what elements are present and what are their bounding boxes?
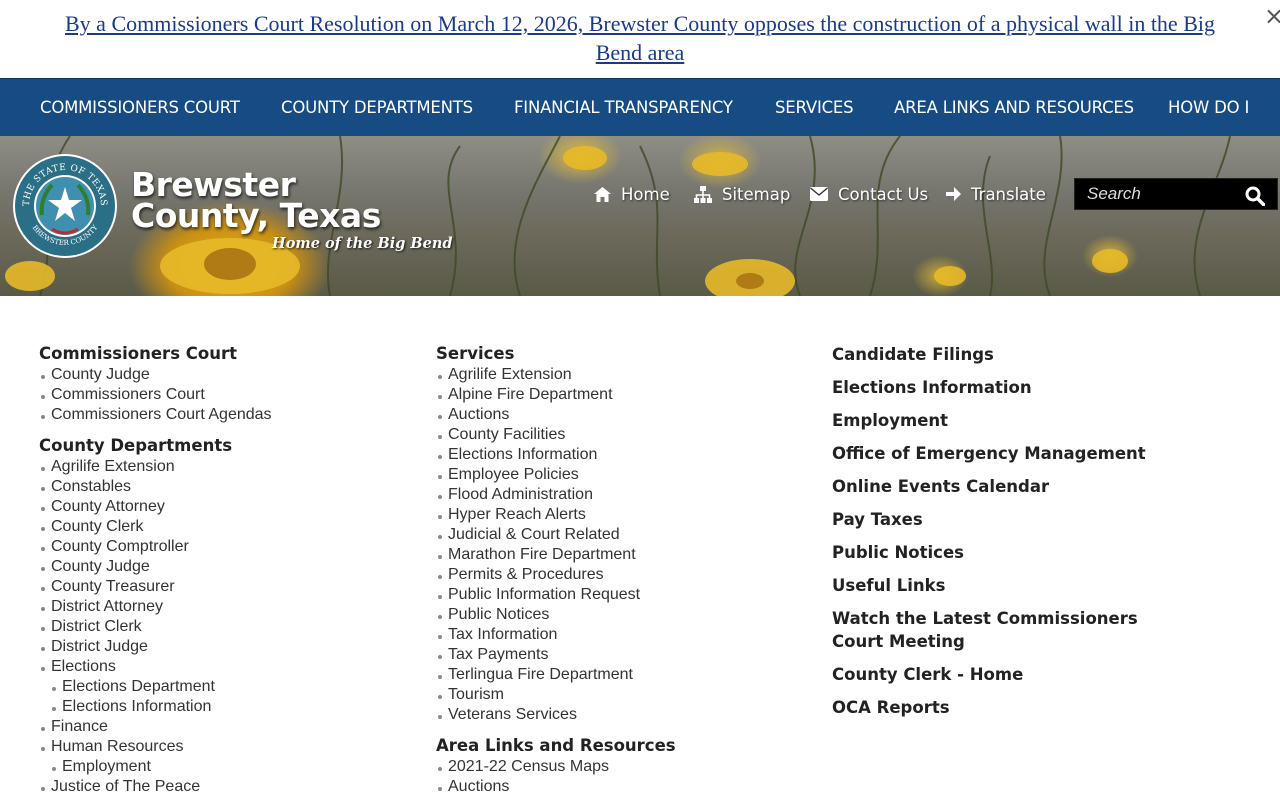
link-public-notices[interactable]: Public Notices — [832, 541, 1182, 564]
sitemap-column-1: Commissioners Court County Judge Commiss… — [39, 343, 272, 797]
list-item[interactable]: County Clerk — [39, 517, 272, 537]
sub-list-item[interactable]: Employment — [39, 757, 272, 777]
home-icon — [594, 186, 611, 202]
list-item[interactable]: County Judge — [39, 365, 272, 385]
list-item[interactable]: Veterans Services — [436, 705, 676, 725]
nav-item-services[interactable]: SERVICES — [775, 79, 854, 137]
list-item[interactable]: Public Information Request — [436, 585, 676, 605]
link-county-clerk-home[interactable]: County Clerk - Home — [832, 663, 1182, 686]
list-item[interactable]: Marathon Fire Department — [436, 545, 676, 565]
nav-item-financial-transparency[interactable]: FINANCIAL TRANSPARENCY — [514, 79, 733, 137]
sitemap-column-2: Services Agrilife Extension Alpine Fire … — [436, 343, 676, 797]
link-elections-information[interactable]: Elections Information — [832, 376, 1182, 399]
link-watch-court-meeting[interactable]: Watch the Latest Commissioners Court Mee… — [832, 607, 1182, 653]
services-list: Agrilife Extension Alpine Fire Departmen… — [436, 365, 676, 725]
site-title-line2[interactable]: County, Texas — [131, 199, 381, 232]
home-link-label: Home — [621, 184, 670, 204]
link-emergency-management[interactable]: Office of Emergency Management — [832, 442, 1182, 465]
list-item[interactable]: Auctions — [436, 777, 676, 797]
hero-header: THE STATE OF TEXAS BREWSTER COUNTY Brews… — [0, 136, 1280, 296]
list-item[interactable]: Hyper Reach Alerts — [436, 505, 676, 525]
list-item[interactable]: Constables — [39, 477, 272, 497]
list-item[interactable]: District Judge — [39, 637, 272, 657]
list-item[interactable]: Public Notices — [436, 605, 676, 625]
link-events-calendar[interactable]: Online Events Calendar — [832, 475, 1182, 498]
search-box — [1074, 178, 1278, 210]
list-item[interactable]: District Clerk — [39, 617, 272, 637]
list-item[interactable]: Agrilife Extension — [436, 365, 676, 385]
list-item[interactable]: Judicial & Court Related — [436, 525, 676, 545]
contact-link-label: Contact Us — [838, 184, 929, 204]
list-item[interactable]: County Attorney — [39, 497, 272, 517]
list-item[interactable]: County Facilities — [436, 425, 676, 445]
heading-area-links[interactable]: Area Links and Resources — [436, 735, 676, 757]
translate-link-label: Translate — [971, 184, 1046, 204]
close-icon[interactable]: × — [1264, 4, 1280, 28]
sitemap-icon — [694, 185, 712, 203]
translate-link[interactable]: Translate — [946, 182, 1046, 206]
link-employment[interactable]: Employment — [832, 409, 1182, 432]
search-input[interactable] — [1075, 179, 1235, 209]
envelope-icon — [810, 187, 828, 201]
main-nav: COMMISSIONERS COURT COUNTY DEPARTMENTS F… — [0, 78, 1280, 136]
site-tagline: Home of the Big Bend — [272, 235, 453, 252]
list-item[interactable]: County Comptroller — [39, 537, 272, 557]
list-item[interactable]: Tax Payments — [436, 645, 676, 665]
link-candidate-filings[interactable]: Candidate Filings — [832, 343, 1182, 366]
alert-link[interactable]: By a Commissioners Court Resolution on M… — [60, 9, 1220, 67]
sub-list-item[interactable]: Elections Information — [39, 697, 272, 717]
county-departments-list: Agrilife Extension Constables County Att… — [39, 457, 272, 797]
nav-item-how-do-i[interactable]: HOW DO I — [1168, 79, 1249, 137]
list-item[interactable]: Human Resources — [39, 737, 272, 757]
commissioners-court-list: County Judge Commissioners Court Commiss… — [39, 365, 272, 425]
sub-list-item[interactable]: Elections Department — [39, 677, 272, 697]
nav-item-area-links[interactable]: AREA LINKS AND RESOURCES — [894, 79, 1134, 137]
nav-item-county-departments[interactable]: COUNTY DEPARTMENTS — [281, 79, 473, 137]
list-item[interactable]: Justice of The Peace — [39, 777, 272, 797]
heading-services[interactable]: Services — [436, 343, 676, 365]
list-item[interactable]: Commissioners Court — [39, 385, 272, 405]
list-item[interactable]: Finance — [39, 717, 272, 737]
area-links-list: 2021-22 Census Maps Auctions — [436, 757, 676, 797]
list-item[interactable]: Tourism — [436, 685, 676, 705]
heading-commissioners-court[interactable]: Commissioners Court — [39, 343, 272, 365]
link-pay-taxes[interactable]: Pay Taxes — [832, 508, 1182, 531]
search-icon[interactable] — [1245, 186, 1265, 206]
list-item[interactable]: Commissioners Court Agendas — [39, 405, 272, 425]
list-item[interactable]: Elections Information — [436, 445, 676, 465]
link-useful-links[interactable]: Useful Links — [832, 574, 1182, 597]
list-item[interactable]: Auctions — [436, 405, 676, 425]
sitemap-link[interactable]: Sitemap — [694, 182, 790, 206]
home-link[interactable]: Home — [594, 182, 670, 206]
list-item[interactable]: Flood Administration — [436, 485, 676, 505]
list-item[interactable]: Elections — [39, 657, 272, 677]
heading-county-departments[interactable]: County Departments — [39, 435, 272, 457]
list-item[interactable]: Terlingua Fire Department — [436, 665, 676, 685]
list-item[interactable]: County Judge — [39, 557, 272, 577]
list-item[interactable]: Permits & Procedures — [436, 565, 676, 585]
arrow-right-icon — [946, 187, 961, 201]
sitemap-column-3: Candidate Filings Elections Information … — [832, 343, 1182, 729]
list-item[interactable]: Agrilife Extension — [39, 457, 272, 477]
list-item[interactable]: District Attorney — [39, 597, 272, 617]
sitemap-link-label: Sitemap — [722, 184, 791, 204]
nav-item-commissioners-court[interactable]: COMMISSIONERS COURT — [40, 79, 240, 137]
list-item[interactable]: County Treasurer — [39, 577, 272, 597]
link-oca-reports[interactable]: OCA Reports — [832, 696, 1182, 719]
list-item[interactable]: Tax Information — [436, 625, 676, 645]
list-item[interactable]: Employee Policies — [436, 465, 676, 485]
alert-banner: By a Commissioners Court Resolution on M… — [0, 0, 1280, 78]
list-item[interactable]: Alpine Fire Department — [436, 385, 676, 405]
contact-link[interactable]: Contact Us — [810, 182, 928, 206]
county-seal-logo: THE STATE OF TEXAS BREWSTER COUNTY — [13, 154, 117, 258]
list-item[interactable]: 2021-22 Census Maps — [436, 757, 676, 777]
